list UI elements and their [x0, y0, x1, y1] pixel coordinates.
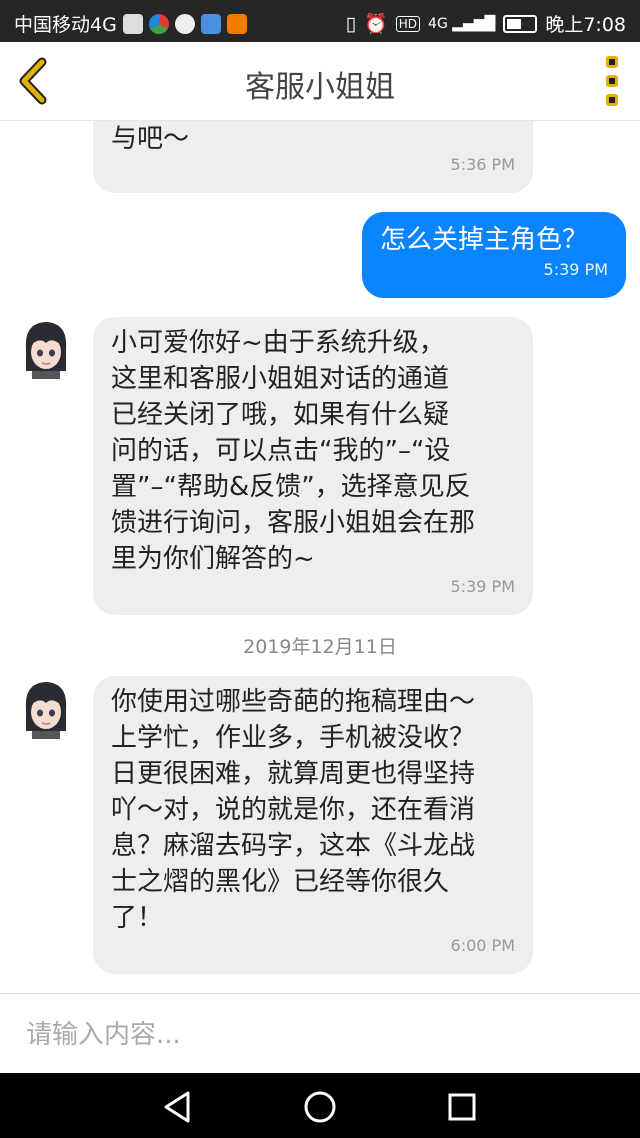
- nav-recents-button[interactable]: [442, 1087, 482, 1127]
- date-separator: 2019年12月11日: [243, 636, 397, 658]
- battery-icon: [503, 14, 538, 33]
- more-vertical-icon: [606, 56, 618, 68]
- more-menu-button[interactable]: [602, 56, 622, 106]
- nav-back-button[interactable]: [158, 1087, 198, 1127]
- home-circle-icon: [304, 1091, 336, 1123]
- message-bubble-incoming[interactable]: 小可爱你好~由于系统升级， 这里和客服小姐姐对话的通道 已经关闭了哦，如果有什么…: [93, 317, 533, 615]
- search-app-icon: [174, 13, 195, 34]
- carrier-label: 中国移动4G: [14, 14, 117, 36]
- message-bubble-incoming[interactable]: 与吧～ 5:36 PM: [93, 121, 533, 193]
- message-time: 6:00 PM: [450, 936, 515, 955]
- more-dot: [606, 94, 618, 106]
- notification-app-icon: [122, 13, 143, 34]
- message-input-bar: [0, 993, 640, 1074]
- more-dot: [606, 75, 618, 87]
- network-label: 4G: [428, 15, 448, 32]
- nav-home-button[interactable]: [300, 1087, 340, 1127]
- message-time: 5:39 PM: [450, 577, 515, 596]
- signal-icon: 4G ▂▄▆█: [428, 15, 496, 32]
- message-input[interactable]: [24, 1012, 618, 1058]
- message-time: 5:36 PM: [450, 155, 515, 174]
- message-bubble-outgoing[interactable]: 怎么关掉主角色？ 5:39 PM: [362, 212, 626, 298]
- recents-square-icon: [448, 1093, 476, 1121]
- message-text: 你使用过哪些奇葩的拖稿理由～ 上学忙，作业多，手机被没收？ 日更很困难，就算周更…: [111, 687, 476, 933]
- vibrate-icon: ▯: [345, 12, 357, 35]
- back-triangle-icon: [164, 1091, 190, 1123]
- status-bar: 中国移动4G ▯ ⏰ HD 4G ▂▄▆█ 晚上7:08: [0, 0, 640, 42]
- browser-app-icon: [148, 13, 169, 34]
- chat-header: 客服小姐姐: [0, 42, 640, 121]
- clock-label: 晚上7:08: [545, 14, 626, 36]
- message-bubble-incoming[interactable]: 你使用过哪些奇葩的拖稿理由～ 上学忙，作业多，手机被没收？ 日更很困难，就算周更…: [93, 676, 533, 974]
- message-time: 5:39 PM: [543, 260, 608, 279]
- alarm-icon: ⏰: [364, 13, 388, 35]
- message-text: 小可爱你好~由于系统升级， 这里和客服小姐姐对话的通道 已经关闭了哦，如果有什么…: [111, 328, 476, 574]
- hd-icon: HD: [395, 15, 421, 32]
- cloud-app-icon: [200, 13, 221, 34]
- page-title: 客服小姐姐: [245, 70, 395, 105]
- agent-avatar[interactable]: [22, 679, 70, 739]
- message-list[interactable]: 与吧～ 5:36 PM 怎么关掉主角色？ 5:39 PM 小可爱你好~由于系统升…: [0, 121, 640, 993]
- agent-avatar[interactable]: [22, 319, 70, 379]
- system-nav-bar: [0, 1073, 640, 1138]
- video-app-icon: [226, 13, 247, 34]
